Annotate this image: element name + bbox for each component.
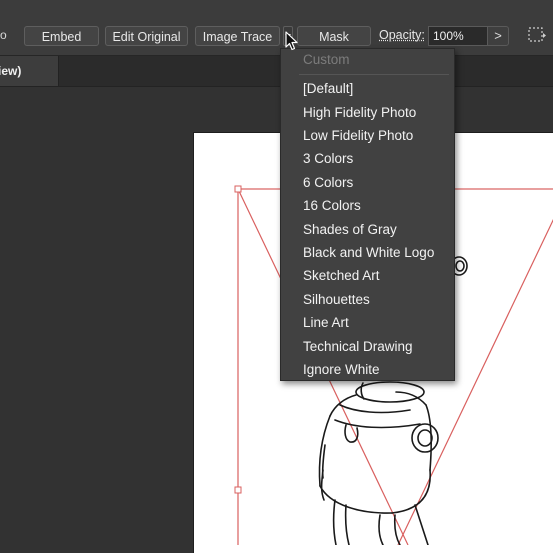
menu-item-black-and-white-logo[interactable]: Black and White Logo — [303, 245, 434, 260]
selected-image-overlay[interactable] — [0, 0, 553, 545]
menu-item-6-colors[interactable]: 6 Colors — [303, 175, 353, 190]
menu-divider — [299, 74, 449, 75]
menu-item-sketched-art[interactable]: Sketched Art — [303, 268, 380, 283]
menu-item-ignore-white[interactable]: Ignore White — [303, 362, 380, 377]
menu-item-low-fidelity-photo[interactable]: Low Fidelity Photo — [303, 128, 413, 143]
menu-item-technical-drawing[interactable]: Technical Drawing — [303, 339, 413, 354]
image-trace-presets-menu: Custom [Default] High Fidelity Photo Low… — [280, 48, 455, 381]
menu-item-silhouettes[interactable]: Silhouettes — [303, 292, 370, 307]
menu-item-shades-of-gray[interactable]: Shades of Gray — [303, 222, 397, 237]
menu-header-custom: Custom — [303, 52, 350, 67]
menu-item-default[interactable]: [Default] — [303, 81, 353, 96]
mouse-pointer-icon — [285, 31, 298, 51]
menu-item-high-fidelity-photo[interactable]: High Fidelity Photo — [303, 105, 416, 120]
menu-item-3-colors[interactable]: 3 Colors — [303, 151, 353, 166]
menu-item-16-colors[interactable]: 16 Colors — [303, 198, 361, 213]
menu-item-line-art[interactable]: Line Art — [303, 315, 349, 330]
